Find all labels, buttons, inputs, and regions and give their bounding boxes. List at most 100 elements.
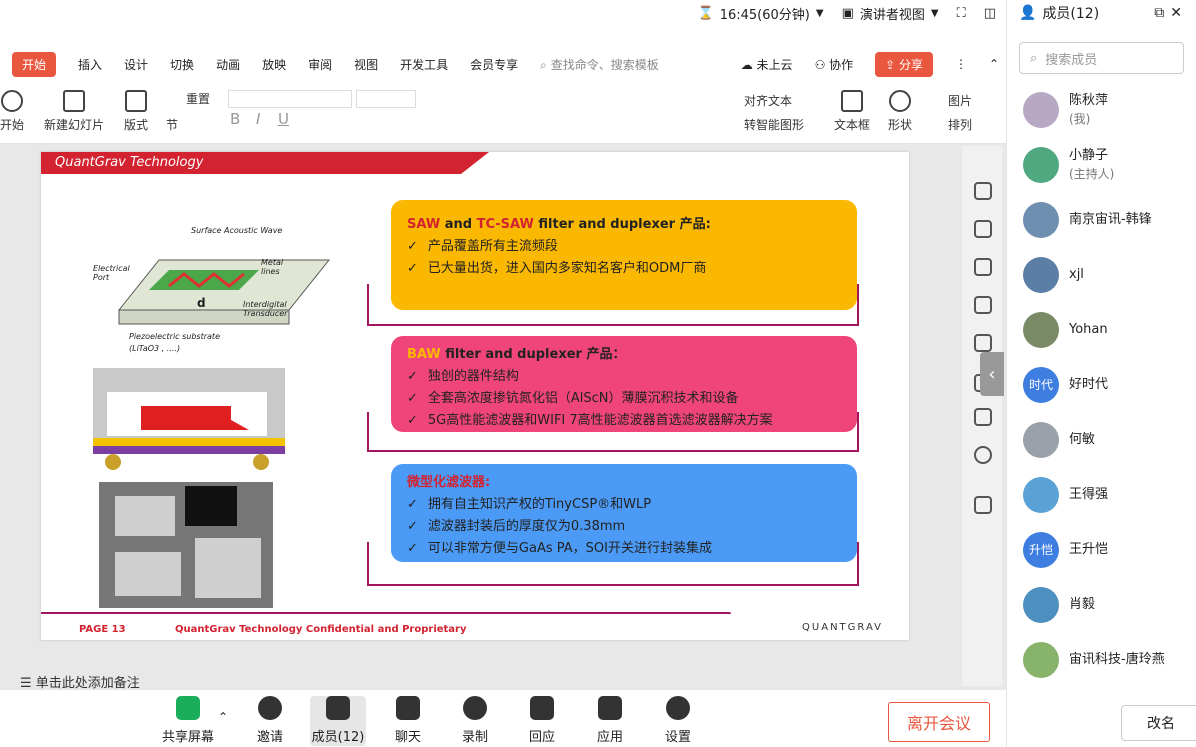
footer-page-number: PAGE 13 bbox=[79, 624, 126, 635]
share-button[interactable]: ⇪ 分享 bbox=[875, 51, 934, 77]
record-icon bbox=[463, 696, 487, 720]
star-icon[interactable] bbox=[974, 258, 992, 276]
task-pane-bar bbox=[962, 146, 1002, 686]
member-text: 陈秋萍 (我) bbox=[1069, 92, 1108, 127]
member-text: 好时代 bbox=[1069, 376, 1108, 394]
member-text: 小静子 (主持人) bbox=[1069, 147, 1114, 182]
member-item[interactable]: 宙讯科技-唐玲燕 bbox=[1007, 632, 1196, 687]
settings-label: 设置 bbox=[664, 730, 691, 745]
collapse-ribbon-icon[interactable]: ⌃ bbox=[989, 57, 999, 71]
chevron-up-icon[interactable]: ⌃ bbox=[218, 710, 228, 724]
tab-start[interactable]: 开始 bbox=[12, 51, 57, 77]
align-text-button[interactable]: 对齐文本 bbox=[744, 92, 792, 109]
font-name-select[interactable] bbox=[228, 90, 352, 108]
share-screen-button[interactable]: 共享屏幕 bbox=[160, 696, 216, 745]
backup-icon[interactable] bbox=[974, 496, 992, 514]
member-item[interactable]: 肖毅 bbox=[1007, 577, 1196, 632]
presenter-view-button[interactable]: ▣ 演讲者视图 ▼ bbox=[842, 4, 939, 23]
member-item[interactable]: 时代 好时代 bbox=[1007, 357, 1196, 412]
member-list: 陈秋萍 (我) 小静子 (主持人) 南京宙讯-韩锋 xjl Yohan 时代 好时代 何敏王得强升… bbox=[1007, 82, 1196, 687]
notes-area[interactable]: ☰ 单击此处添加备注 bbox=[0, 672, 1006, 692]
more-icon[interactable]: ⋮ bbox=[955, 57, 967, 71]
properties-icon[interactable] bbox=[974, 220, 992, 238]
tab-slideshow[interactable]: 放映 bbox=[262, 56, 286, 73]
settings-button[interactable]: 设置 bbox=[650, 696, 706, 745]
hand-icon bbox=[530, 696, 554, 720]
member-text: 南京宙讯-韩锋 bbox=[1069, 211, 1152, 229]
cloud-status[interactable]: ☁ 未上云 bbox=[741, 56, 793, 73]
tab-insert[interactable]: 插入 bbox=[78, 56, 102, 73]
chevron-left-icon[interactable]: ‹ bbox=[980, 352, 1004, 396]
member-name: 陈秋萍 bbox=[1069, 93, 1109, 108]
member-item[interactable]: 何敏 bbox=[1007, 412, 1196, 467]
font-size-select[interactable] bbox=[356, 90, 416, 108]
collab-button[interactable]: ⚇ 协作 bbox=[815, 56, 854, 73]
avatar bbox=[1023, 201, 1059, 238]
tab-review[interactable]: 审阅 bbox=[308, 56, 332, 73]
invite-button[interactable]: 邀请 bbox=[242, 696, 298, 745]
shape-button[interactable]: 形状 bbox=[888, 90, 912, 133]
tab-view[interactable]: 视图 bbox=[354, 56, 378, 73]
section-button[interactable]: 节 bbox=[166, 116, 178, 133]
member-item[interactable]: 王得强 bbox=[1007, 467, 1196, 522]
start-tool[interactable]: 开始 bbox=[0, 90, 24, 133]
member-item[interactable]: Yohan bbox=[1007, 302, 1196, 357]
tab-developer[interactable]: 开发工具 bbox=[400, 56, 448, 73]
cloud-icon[interactable] bbox=[974, 334, 992, 352]
record-button[interactable]: 录制 bbox=[447, 696, 503, 745]
sidebar-toggle-icon[interactable]: ◫ bbox=[984, 6, 996, 21]
rocket-icon[interactable] bbox=[974, 182, 992, 200]
members-title: 成员(12) bbox=[1042, 6, 1100, 22]
popout-icon[interactable]: ⧉ bbox=[1154, 5, 1164, 21]
meeting-timer[interactable]: ⌛ 16:45(60分钟) ▼ bbox=[698, 4, 824, 23]
tool-label: 文本框 bbox=[834, 118, 871, 132]
italic-icon[interactable]: I bbox=[256, 110, 260, 128]
arrange-button[interactable]: 排列 bbox=[948, 116, 972, 133]
tab-animation[interactable]: 动画 bbox=[216, 56, 240, 73]
tab-member[interactable]: 会员专享 bbox=[470, 56, 518, 73]
layout-button[interactable]: 版式 bbox=[124, 90, 148, 133]
member-name: 王得强 bbox=[1069, 486, 1109, 502]
member-item[interactable]: xjl bbox=[1007, 247, 1196, 302]
tool-label: 图片 bbox=[948, 94, 973, 108]
member-item[interactable]: 南京宙讯-韩锋 bbox=[1007, 192, 1196, 247]
reaction-button[interactable]: 回应 bbox=[514, 696, 570, 745]
command-search-text: 查找命令、搜索模板 bbox=[550, 57, 659, 72]
members-button[interactable]: 成员(12) bbox=[310, 696, 366, 746]
textbox-button[interactable]: 文本框 bbox=[834, 90, 870, 133]
box3-item: 可以非常方便与GaAs PA，SOI开关进行封装集成 bbox=[427, 541, 712, 556]
members-header: 👤 成员(12) ⧉ ✕ bbox=[1007, 0, 1196, 26]
tab-design[interactable]: 设计 bbox=[124, 56, 148, 73]
slide-canvas[interactable]: QuantGrav Technology Surface Acoustic Wa… bbox=[41, 152, 909, 640]
rename-button[interactable]: 改名 bbox=[1121, 705, 1196, 741]
picture-button[interactable]: 图片 bbox=[948, 92, 972, 109]
member-item[interactable]: 小静子 (主持人) bbox=[1007, 137, 1196, 192]
check-icon: ✓ bbox=[407, 369, 418, 384]
leave-meeting-button[interactable]: 离开会议 bbox=[888, 702, 990, 742]
box3-title: 微型化滤波器: bbox=[407, 475, 491, 490]
book-icon[interactable] bbox=[974, 408, 992, 426]
help-icon[interactable] bbox=[974, 446, 992, 464]
member-name: 好时代 bbox=[1069, 376, 1109, 392]
smart-art-button[interactable]: 转智能图形 bbox=[744, 116, 804, 133]
member-item[interactable]: 升恺 王升恺 bbox=[1007, 522, 1196, 577]
apps-button[interactable]: 应用 bbox=[582, 696, 638, 745]
new-slide-button[interactable]: 新建幻灯片 bbox=[44, 90, 104, 133]
share-screen-icon bbox=[176, 696, 200, 720]
meeting-top-bar: ⌛ 16:45(60分钟) ▼ ▣ 演讲者视图 ▼ ⛶ ◫ bbox=[0, 0, 1006, 26]
underline-icon[interactable]: U bbox=[278, 110, 289, 128]
slides-icon[interactable] bbox=[974, 296, 992, 314]
bold-icon[interactable]: B bbox=[230, 110, 240, 128]
saw-product-box: SAW and TC-SAW filter and duplexer 产品: ✓… bbox=[391, 200, 857, 310]
command-search[interactable]: ⌕ 查找命令、搜索模板 bbox=[540, 56, 659, 73]
check-icon: ✓ bbox=[407, 519, 418, 534]
chevron-down-icon: ▼ bbox=[815, 7, 824, 19]
member-item[interactable]: 陈秋萍 (我) bbox=[1007, 82, 1196, 137]
chat-button[interactable]: 聊天 bbox=[380, 696, 436, 745]
reset-button[interactable]: 重置 bbox=[186, 90, 210, 107]
member-search-input[interactable]: ⌕ 搜索成员 bbox=[1019, 42, 1184, 74]
fullscreen-icon[interactable]: ⛶ bbox=[957, 6, 966, 21]
tab-transition[interactable]: 切换 bbox=[170, 56, 194, 73]
ribbon-tabs: 开始 插入 设计 切换 动画 放映 审阅 视图 开发工具 会员专享 ⌕ 查找命令… bbox=[0, 48, 1006, 80]
close-icon[interactable]: ✕ bbox=[1170, 5, 1182, 21]
